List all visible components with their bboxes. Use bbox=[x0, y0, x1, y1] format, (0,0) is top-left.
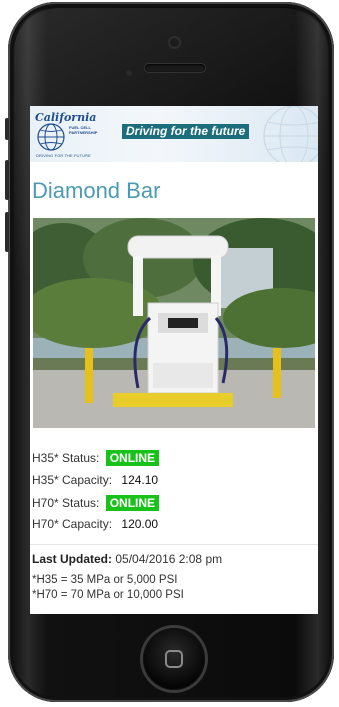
proximity-sensor bbox=[126, 70, 132, 76]
h70-capacity-label: H70* Capacity: bbox=[32, 517, 113, 531]
front-camera bbox=[170, 38, 179, 47]
home-button-icon bbox=[165, 650, 183, 668]
h35-capacity-row: H35* Capacity: 124.10 bbox=[32, 473, 158, 487]
h35-capacity-label: H35* Capacity: bbox=[32, 473, 113, 487]
mute-switch bbox=[5, 118, 9, 140]
slogan-banner: Driving for the future bbox=[122, 124, 250, 139]
home-button[interactable] bbox=[143, 628, 205, 690]
station-photo bbox=[33, 218, 315, 428]
volume-down-button bbox=[5, 212, 9, 252]
last-updated-label: Last Updated: bbox=[32, 552, 113, 566]
h35-status-badge: ONLINE bbox=[105, 450, 160, 466]
logo-tagline: DRIVING FOR THE FUTURE bbox=[36, 153, 91, 158]
app-screen: California FUEL CELL PARTNERSHIP DRIVING… bbox=[30, 106, 318, 614]
h70-status-label: H70* Status: bbox=[32, 496, 100, 510]
h70-footnote: *H70 = 70 MPa or 10,000 PSI bbox=[32, 589, 184, 601]
h35-status-label: H35* Status: bbox=[32, 451, 100, 465]
h35-capacity-value: 124.10 bbox=[121, 473, 159, 487]
h70-capacity-value: 120.00 bbox=[121, 517, 159, 531]
earpiece-speaker bbox=[145, 64, 205, 72]
h35-status-row: H35* Status: ONLINE bbox=[32, 450, 160, 466]
last-updated: Last Updated: 05/04/2016 2:08 pm bbox=[32, 552, 222, 566]
h70-status-row: H70* Status: ONLINE bbox=[32, 495, 160, 511]
h35-footnote: *H35 = 35 MPa or 5,000 PSI bbox=[32, 574, 178, 586]
last-updated-value: 05/04/2016 2:08 pm bbox=[115, 552, 223, 566]
partnership-logo[interactable]: California FUEL CELL PARTNERSHIP DRIVING… bbox=[33, 109, 105, 159]
header-banner: California FUEL CELL PARTNERSHIP DRIVING… bbox=[30, 106, 318, 162]
decorative-globe-icon bbox=[263, 106, 318, 162]
station-name: Diamond Bar bbox=[32, 178, 161, 203]
logo-subtitle: FUEL CELL PARTNERSHIP bbox=[69, 125, 98, 135]
section-divider bbox=[30, 544, 318, 545]
volume-up-button bbox=[5, 160, 9, 200]
h70-status-badge: ONLINE bbox=[105, 495, 160, 511]
logo-name: California bbox=[35, 111, 97, 124]
h70-capacity-row: H70* Capacity: 120.00 bbox=[32, 517, 158, 531]
